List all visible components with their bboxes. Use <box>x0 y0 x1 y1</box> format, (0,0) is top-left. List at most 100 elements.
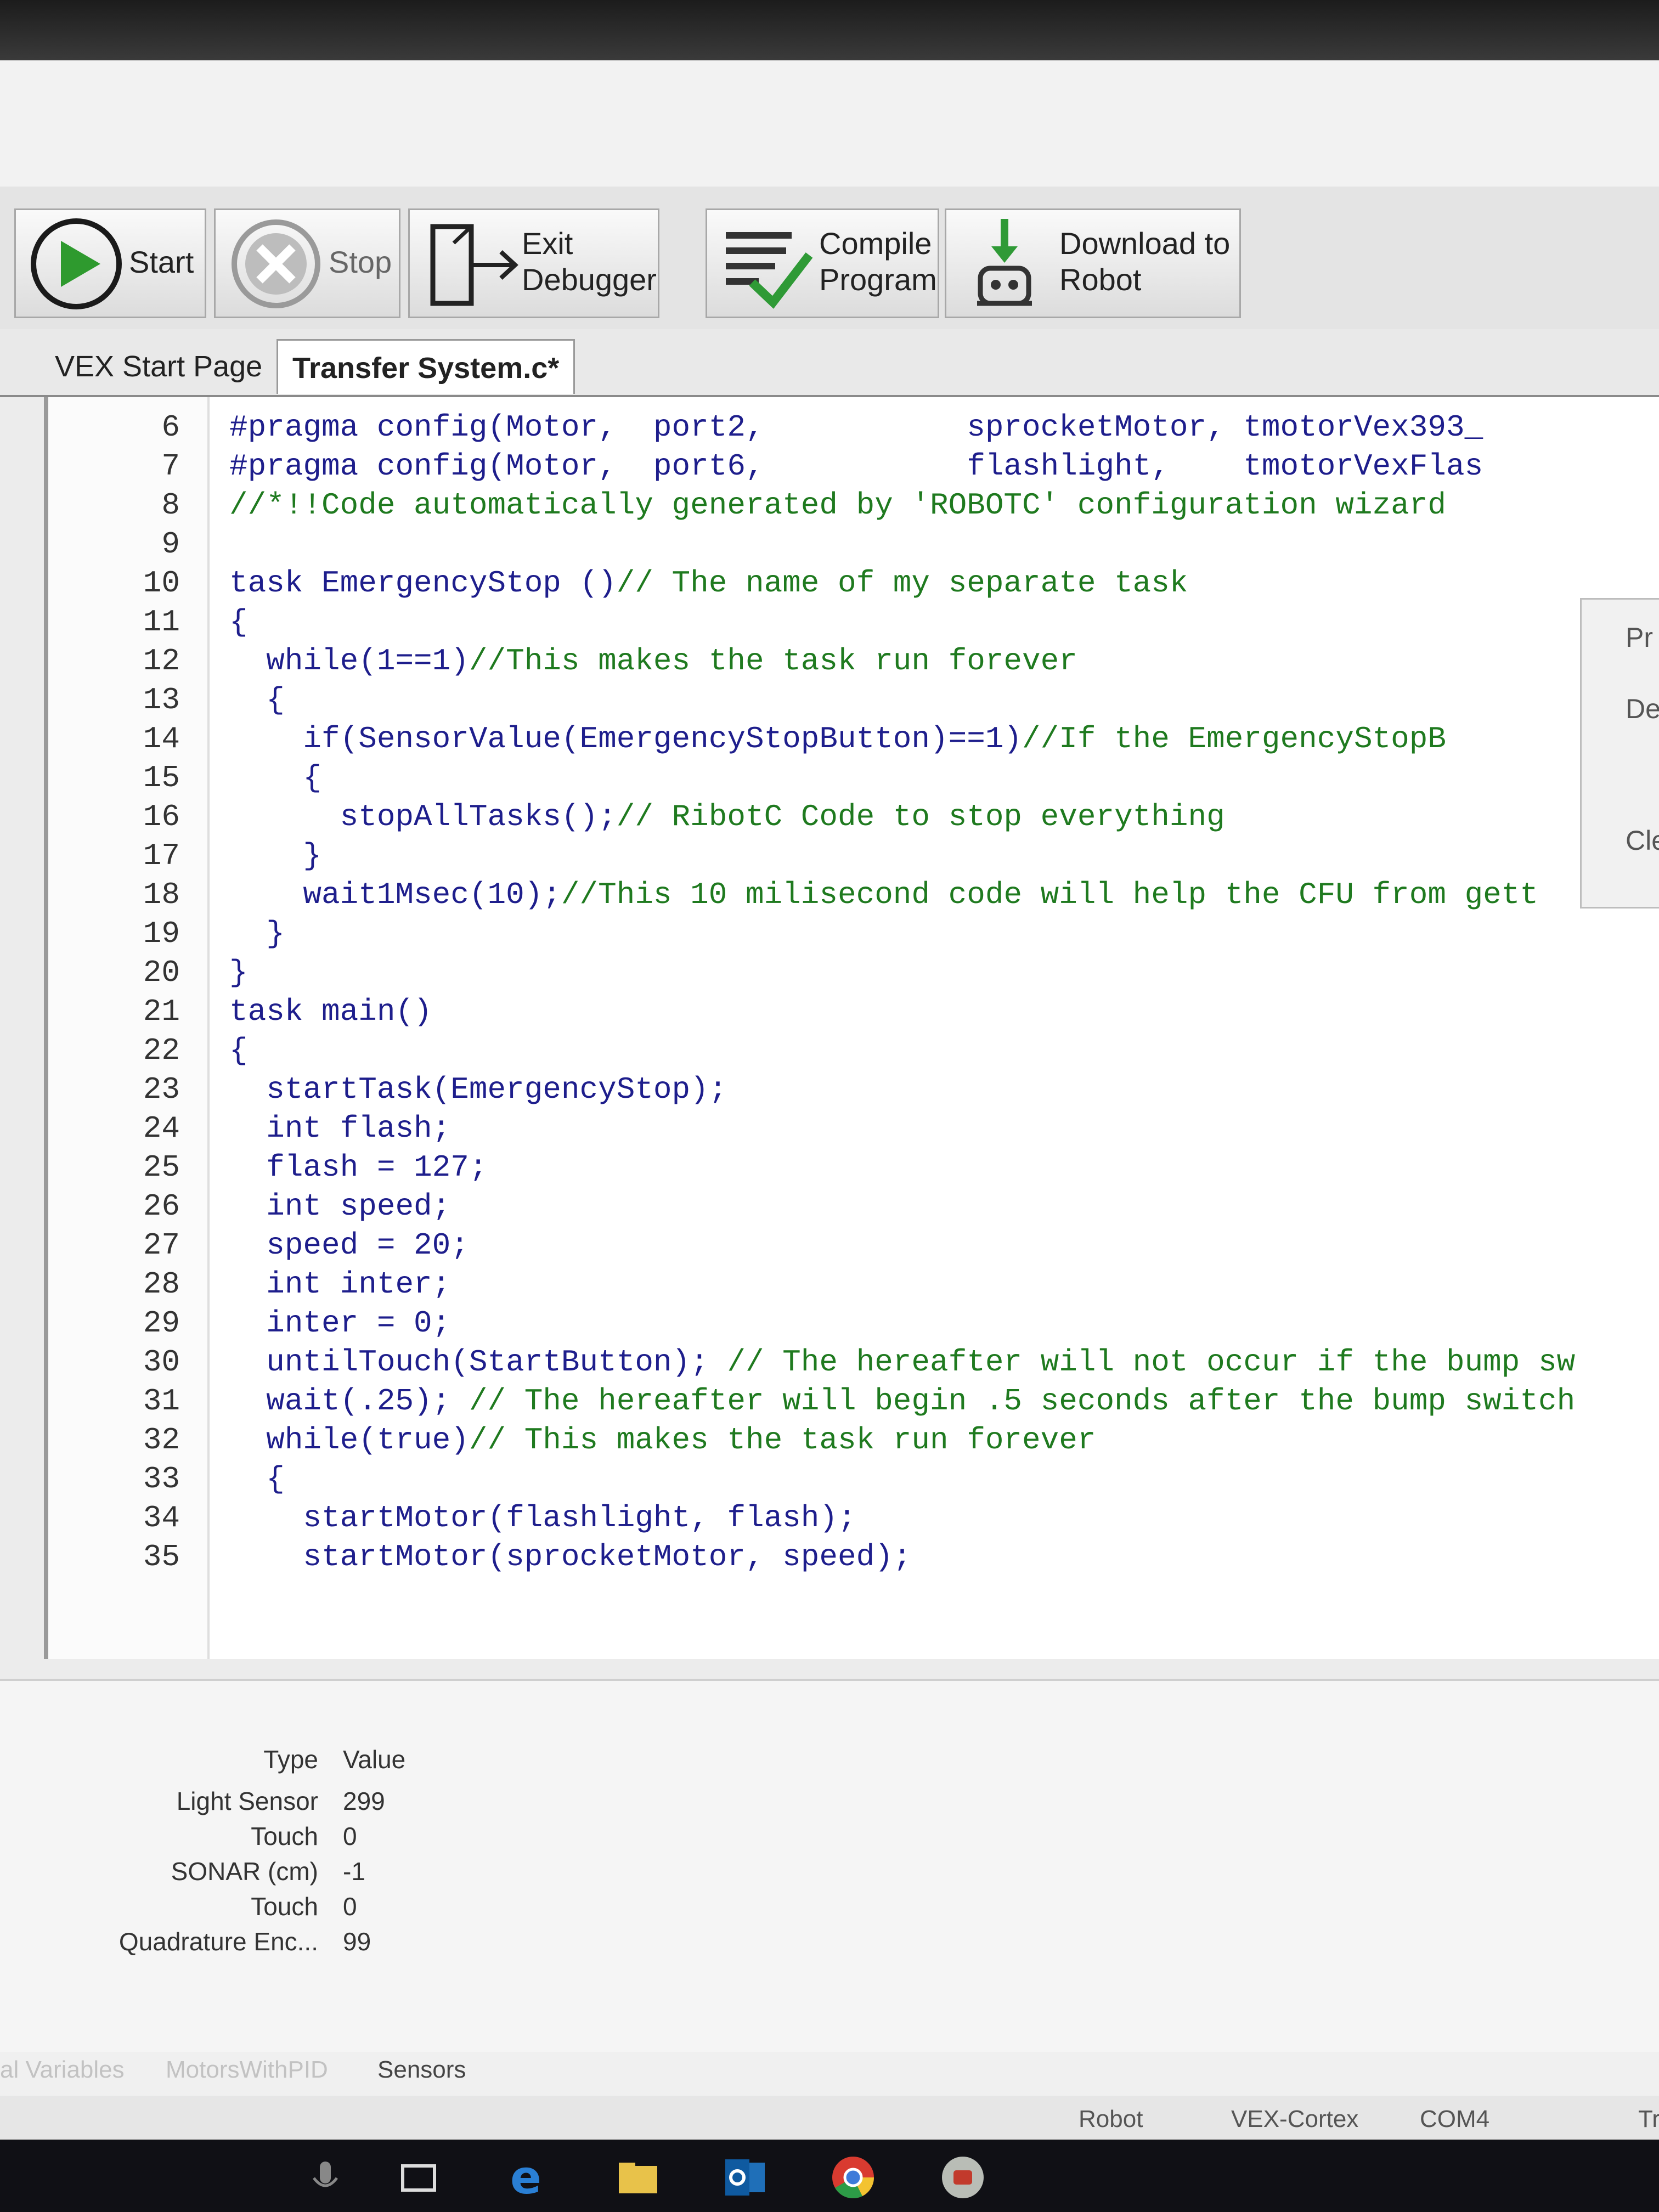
file-tab-bar: VEX Start Page Transfer System.c* <box>0 329 1659 397</box>
compile-program-label: Compile Program <box>819 226 937 297</box>
code-text: stopAllTasks();// RibotC Code to stop ev… <box>229 799 1225 834</box>
status-robot: Robot <box>1079 2106 1143 2132</box>
outlook-icon[interactable] <box>722 2154 769 2201</box>
sensor-type: Light Sensor <box>176 1787 318 1815</box>
code-text: } <box>229 916 285 951</box>
line-number: 29 <box>143 1306 180 1341</box>
play-icon <box>31 218 122 309</box>
code-text: startTask(EmergencyStop); <box>229 1072 727 1107</box>
code-line: 15 { <box>48 759 1659 797</box>
line-number: 10 <box>143 566 180 601</box>
line-number: 12 <box>143 644 180 679</box>
line-number: 22 <box>143 1033 180 1068</box>
side-panel: Pr De Cle <box>1580 598 1659 909</box>
code-text: wait1Msec(10);//This 10 milisecond code … <box>229 877 1538 912</box>
code-text: int speed; <box>229 1189 451 1224</box>
sensor-row: Quadrature Enc... 99 <box>0 1927 439 1962</box>
sensor-row: Touch 0 <box>0 1821 439 1857</box>
code-text: while(true)// This makes the task run fo… <box>229 1423 1096 1458</box>
side-panel-item-3[interactable]: Cle <box>1626 825 1659 856</box>
code-line: 8 //*!!Code automatically generated by 'R… <box>48 486 1659 524</box>
code-line: 6 #pragma config(Motor, port2, sprocketMo… <box>48 408 1659 447</box>
code-line: 28 int inter; <box>48 1265 1659 1304</box>
code-line: 17 } <box>48 837 1659 875</box>
code-text: task EmergencyStop ()// The name of my s… <box>229 566 1188 601</box>
sensor-value: 0 <box>343 1822 357 1850</box>
code-line: 32 while(true)// This makes the task run… <box>48 1421 1659 1459</box>
start-label: Start <box>129 245 194 279</box>
file-explorer-icon[interactable] <box>614 2154 662 2201</box>
tab-sensors[interactable]: Sensors <box>377 2056 466 2084</box>
stop-button[interactable]: Stop <box>214 208 400 318</box>
line-number: 25 <box>143 1150 180 1185</box>
download-robot-icon <box>977 219 1032 306</box>
tab-global-variables[interactable]: al Variables <box>0 2056 125 2084</box>
chrome-icon[interactable] <box>830 2154 877 2201</box>
code-text: inter = 0; <box>229 1306 451 1341</box>
line-number: 26 <box>143 1189 180 1224</box>
compile-program-button[interactable]: Compile Program <box>706 208 939 318</box>
stop-x-icon <box>232 219 320 308</box>
line-number: 35 <box>143 1539 180 1575</box>
exit-door-icon <box>430 224 518 306</box>
task-view-icon[interactable] <box>395 2154 442 2201</box>
sensor-row: SONAR (cm) -1 <box>0 1857 439 1892</box>
code-line: 20} <box>48 953 1659 992</box>
line-number: 34 <box>143 1500 180 1536</box>
debugger-toolbar: Start Stop Exit Debugger Compile Program <box>0 187 1659 330</box>
code-line: 25 flash = 127; <box>48 1148 1659 1187</box>
line-number: 8 <box>161 488 180 523</box>
exit-debugger-label: Exit Debugger <box>522 226 657 297</box>
code-text: #pragma config(Motor, port6, flashlight,… <box>229 449 1483 484</box>
line-number: 31 <box>143 1384 180 1419</box>
tab-motors-with-pid[interactable]: MotorsWithPID <box>166 2056 328 2084</box>
line-number: 9 <box>161 527 180 562</box>
debug-window-tabs: al Variables MotorsWithPID Sensors <box>0 2052 1659 2096</box>
tab-vex-start-page[interactable]: VEX Start Page <box>41 339 276 394</box>
code-line: 18 wait1Msec(10);//This 10 milisecond co… <box>48 876 1659 914</box>
line-number: 17 <box>143 838 180 873</box>
tab-transfer-system[interactable]: Transfer System.c* <box>276 339 575 394</box>
edge-browser-icon[interactable]: e <box>505 2154 552 2201</box>
code-line: 23 startTask(EmergencyStop); <box>48 1070 1659 1109</box>
code-line: 30 untilTouch(StartButton); // The herea… <box>48 1343 1659 1381</box>
code-line: 13 { <box>48 681 1659 719</box>
line-number: 32 <box>143 1423 180 1458</box>
sensors-debug-window: Type Value Light Sensor 299 Touch 0 SONA… <box>0 1679 1659 2054</box>
status-platform: VEX-Cortex <box>1231 2106 1359 2132</box>
code-text: { <box>229 1462 285 1497</box>
line-number: 18 <box>143 877 180 912</box>
robotc-icon[interactable] <box>939 2154 986 2201</box>
code-line: 9 <box>48 525 1659 563</box>
sensor-value: 299 <box>343 1787 385 1815</box>
exit-debugger-button[interactable]: Exit Debugger <box>408 208 659 318</box>
download-to-robot-button[interactable]: Download to Robot <box>945 208 1241 318</box>
code-line: 35 startMotor(sprocketMotor, speed); <box>48 1538 1659 1576</box>
sensor-type: Quadrature Enc... <box>119 1927 318 1956</box>
code-text: untilTouch(StartButton); // The hereafte… <box>229 1345 1576 1380</box>
microphone-icon[interactable] <box>302 2154 349 2201</box>
code-line: 31 wait(.25); // The hereafter will begi… <box>48 1382 1659 1420</box>
code-text: wait(.25); // The hereafter will begin .… <box>229 1384 1576 1419</box>
start-button[interactable]: Start <box>14 208 206 318</box>
code-text: } <box>229 955 248 990</box>
code-editor[interactable]: 6 #pragma config(Motor, port2, sprocketMo… <box>44 397 1659 1659</box>
code-text: { <box>229 760 322 795</box>
line-number: 20 <box>143 955 180 990</box>
code-text: flash = 127; <box>229 1150 488 1185</box>
code-text: #pragma config(Motor, port2, sprocketMot… <box>229 410 1483 445</box>
code-text: speed = 20; <box>229 1228 469 1263</box>
code-line: 27 speed = 20; <box>48 1226 1659 1265</box>
code-text: if(SensorValue(EmergencyStopButton)==1)/… <box>229 721 1446 757</box>
line-number: 6 <box>161 410 180 445</box>
side-panel-item-1: Pr <box>1626 622 1653 653</box>
status-extra: Tr <box>1638 2106 1659 2132</box>
code-text: startMotor(sprocketMotor, speed); <box>229 1539 912 1575</box>
sensor-type: Touch <box>251 1892 318 1921</box>
code-line: 12 while(1==1)//This makes the task run … <box>48 642 1659 680</box>
code-line: 22 { <box>48 1031 1659 1070</box>
line-number: 24 <box>143 1111 180 1146</box>
code-line: 19 } <box>48 915 1659 953</box>
code-line: 26 int speed; <box>48 1187 1659 1226</box>
svg-text:e: e <box>510 2154 541 2201</box>
